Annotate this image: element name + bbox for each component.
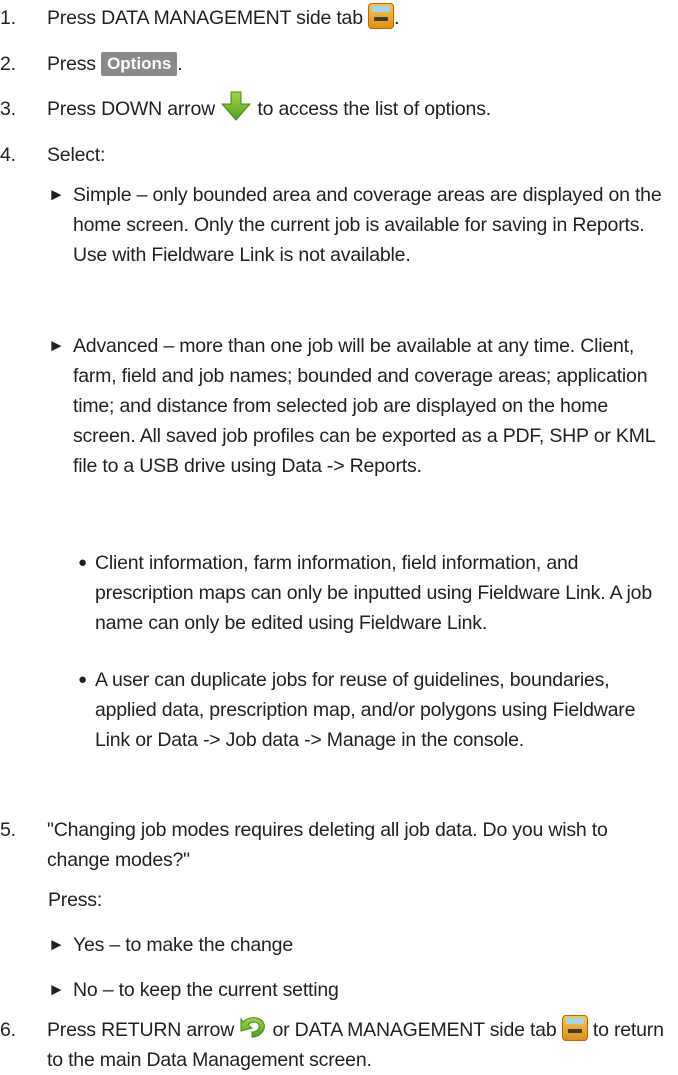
step-text: Select: bbox=[47, 144, 106, 166]
step-text: Press DATA MANAGEMENT side tab . bbox=[47, 2, 674, 33]
step-text: "Changing job modes requires deleting al… bbox=[47, 819, 608, 871]
bullet-icon: ● bbox=[78, 671, 87, 688]
step-text-part: or DATA MANAGEMENT side tab bbox=[267, 1019, 562, 1041]
step-number: 1. bbox=[0, 7, 16, 29]
option-text: No – to keep the current setting bbox=[73, 979, 339, 1001]
bullet-icon: ● bbox=[78, 554, 87, 571]
step-number: 5. bbox=[0, 819, 16, 841]
triangle-bullet-icon: ► bbox=[48, 935, 65, 954]
advanced-bullet: ● Client information, farm information, … bbox=[78, 548, 674, 638]
triangle-bullet-icon: ► bbox=[48, 336, 65, 355]
option-yes: ► Yes – to make the change bbox=[48, 930, 674, 960]
bullet-text: Client information, farm information, fi… bbox=[95, 552, 652, 634]
data-management-tab-icon bbox=[368, 2, 395, 29]
instructions-document: 1. Press DATA MANAGEMENT side tab . 2. P… bbox=[0, 0, 678, 1074]
step-number: 2. bbox=[0, 53, 16, 75]
step-text-part: Press DOWN arrow bbox=[47, 98, 221, 120]
data-management-tab-icon bbox=[561, 1014, 588, 1041]
press-label: Press: bbox=[48, 889, 103, 911]
option-text: Advanced – more than one job will be ava… bbox=[73, 335, 655, 477]
option-advanced: ► Advanced – more than one job will be a… bbox=[48, 331, 674, 481]
options-button[interactable]: Options bbox=[101, 52, 178, 76]
step-text-part: to access the list of options. bbox=[252, 98, 491, 120]
step-text-part: Press RETURN arrow bbox=[47, 1019, 240, 1041]
step-number: 4. bbox=[0, 144, 16, 166]
triangle-bullet-icon: ► bbox=[48, 980, 65, 999]
step-text-part: . bbox=[394, 7, 400, 29]
step-text-part: . bbox=[177, 53, 183, 75]
step-text-part: Press DATA MANAGEMENT side tab bbox=[47, 7, 369, 29]
bullet-text: A user can duplicate jobs for reuse of g… bbox=[95, 669, 636, 751]
option-text: Simple – only bounded area and coverage … bbox=[73, 184, 662, 266]
down-arrow-icon bbox=[221, 91, 252, 121]
step-text: Press Options. bbox=[47, 49, 674, 79]
triangle-bullet-icon: ► bbox=[48, 185, 65, 204]
step-text: Press RETURN arrow or DATA MANAGEMENT si… bbox=[47, 1014, 674, 1075]
step-text: Press DOWN arrow to access the list of o… bbox=[47, 91, 674, 124]
step-number: 6. bbox=[0, 1019, 16, 1041]
option-no: ► No – to keep the current setting bbox=[48, 975, 674, 1005]
step-number: 3. bbox=[0, 98, 16, 120]
return-arrow-icon bbox=[240, 1017, 266, 1038]
advanced-bullet: ● A user can duplicate jobs for reuse of… bbox=[78, 665, 674, 755]
option-text: Yes – to make the change bbox=[73, 934, 293, 956]
option-simple: ► Simple – only bounded area and coverag… bbox=[48, 180, 674, 270]
step-text-part: Press bbox=[47, 53, 102, 75]
